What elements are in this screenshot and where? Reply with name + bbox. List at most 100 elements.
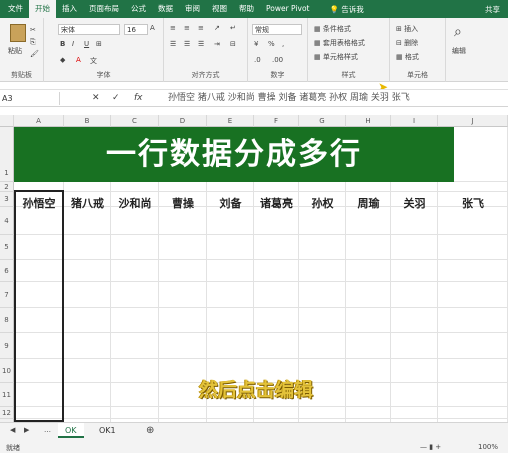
italic-button[interactable]: I [72, 40, 74, 48]
currency-icon[interactable]: ¥ [254, 40, 258, 48]
column-header-J[interactable]: J [438, 115, 508, 127]
phonetic-icon[interactable]: 文 [90, 56, 97, 66]
cell-style-button[interactable]: ▦ 单元格样式 [314, 52, 358, 62]
indent-icon[interactable]: ⇥ [214, 40, 220, 48]
row-header-11[interactable]: 11 [0, 383, 14, 407]
search-icon[interactable]: ⌕ [454, 24, 462, 40]
percent-icon[interactable]: % [268, 40, 275, 48]
fill-color-icon[interactable]: ◆ [60, 56, 65, 64]
underline-button[interactable]: U [84, 40, 89, 48]
row-header-8[interactable]: 8 [0, 308, 14, 333]
row-header-4[interactable]: 4 [0, 207, 14, 235]
row-header-7[interactable]: 7 [0, 282, 14, 308]
row-header-12[interactable]: 12 [0, 407, 14, 419]
conditional-format-button[interactable]: ▦ 条件格式 [314, 24, 351, 34]
paste-icon[interactable] [10, 24, 26, 42]
tell-me-search[interactable]: 💡 告诉我 [329, 4, 363, 15]
enter-icon[interactable]: ✓ [112, 93, 120, 103]
name-cell[interactable]: 诸葛亮 [254, 195, 299, 211]
font-size-select[interactable]: 16 [124, 24, 148, 35]
increase-decimal-icon[interactable]: .0 [254, 56, 261, 64]
column-header-E[interactable]: E [207, 115, 254, 127]
name-box[interactable]: A3 [0, 92, 60, 105]
row-header-9[interactable]: 9 [0, 333, 14, 359]
number-format-select[interactable]: 常规 [252, 24, 302, 35]
column-header-G[interactable]: G [299, 115, 346, 127]
edit-button[interactable]: 编辑 [452, 46, 466, 56]
grow-font-icon[interactable]: A [150, 24, 155, 32]
row-header-2[interactable]: 2 [0, 182, 14, 192]
worksheet-grid[interactable]: ABCDEFGHIJ 12345678910111213 一行数据分成多行 孙悟… [0, 115, 508, 422]
formula-input[interactable]: 孙悟空 猪八戒 沙和尚 曹操 刘备 诸葛亮 孙权 周瑜 关羽 张飞 [168, 92, 410, 105]
orientation-icon[interactable]: ↗ [214, 24, 220, 32]
share-button[interactable]: 共享 [485, 4, 500, 15]
font-color-icon[interactable]: A [76, 56, 81, 64]
row-header-10[interactable]: 10 [0, 359, 14, 383]
table-format-button[interactable]: ▦ 套用表格格式 [314, 38, 365, 48]
border-icon[interactable]: ⊞ [96, 40, 102, 48]
cut-icon[interactable]: ✂ [30, 26, 36, 34]
column-header-I[interactable]: I [391, 115, 438, 127]
bold-button[interactable]: B [60, 40, 65, 48]
align-top-icon[interactable]: ≡ [170, 24, 176, 32]
insert-button[interactable]: ⊞ 插入 [396, 24, 418, 34]
row-header-6[interactable]: 6 [0, 260, 14, 282]
sheet-ellipsis[interactable]: … [44, 426, 51, 434]
align-center-icon[interactable]: ☰ [184, 40, 190, 48]
align-right-icon[interactable]: ☰ [198, 40, 204, 48]
name-cell[interactable]: 猪八戒 [64, 195, 111, 211]
column-header-A[interactable]: A [14, 115, 64, 127]
add-sheet-icon[interactable]: ⊕ [146, 425, 154, 436]
column-header-D[interactable]: D [159, 115, 207, 127]
column-header-B[interactable]: B [64, 115, 111, 127]
zoom-slider[interactable]: — ▮ + [420, 443, 441, 451]
name-cell[interactable]: 关羽 [391, 195, 438, 211]
sheet-next-icon[interactable]: ▶ [24, 426, 29, 434]
row-header-5[interactable]: 5 [0, 235, 14, 260]
tab-7[interactable]: 视图 [206, 0, 233, 18]
delete-button[interactable]: ⊟ 删除 [396, 38, 418, 48]
font-name-select[interactable]: 宋体 [58, 24, 120, 35]
status-bar: ◀ ▶ … OK OK1 ⊕ 就绪 — ▮ + 100% [0, 422, 508, 453]
column-header-F[interactable]: F [254, 115, 299, 127]
cancel-icon[interactable]: ✕ [92, 93, 100, 103]
row-header-1[interactable]: 1 [0, 127, 14, 182]
conditional-format-icon: ▦ [314, 25, 323, 33]
selected-column-range[interactable] [14, 190, 64, 422]
tab-8[interactable]: 帮助 [233, 0, 260, 18]
copy-icon[interactable]: ⎘ [30, 38, 36, 47]
tab-1[interactable]: 开始 [29, 0, 56, 18]
name-cell[interactable]: 刘备 [207, 195, 254, 211]
align-bottom-icon[interactable]: ≡ [198, 24, 204, 32]
tab-5[interactable]: 数据 [152, 0, 179, 18]
function-icon[interactable]: fx [134, 93, 143, 103]
sheet-prev-icon[interactable]: ◀ [10, 426, 15, 434]
align-left-icon[interactable]: ☰ [170, 40, 176, 48]
align-middle-icon[interactable]: ≡ [184, 24, 190, 32]
name-cell[interactable]: 孙权 [299, 195, 346, 211]
column-header-C[interactable]: C [111, 115, 159, 127]
tab-3[interactable]: 页面布局 [83, 0, 125, 18]
format-button[interactable]: ▦ 格式 [396, 52, 419, 62]
tab-9[interactable]: Power Pivot [260, 0, 315, 18]
name-cell[interactable]: 张飞 [438, 195, 508, 211]
select-all-corner[interactable] [0, 115, 14, 127]
sheet-tab-OK1[interactable]: OK1 [92, 423, 123, 438]
comma-icon[interactable]: , [282, 40, 284, 48]
title-banner[interactable]: 一行数据分成多行 [14, 127, 454, 182]
format-painter-icon[interactable]: 🖌 [30, 50, 39, 58]
column-header-H[interactable]: H [346, 115, 391, 127]
name-cell[interactable]: 沙和尚 [111, 195, 159, 211]
sheet-tab-OK[interactable]: OK [58, 423, 84, 438]
decrease-decimal-icon[interactable]: .00 [272, 56, 283, 64]
paste-button[interactable]: 粘贴 [8, 46, 22, 56]
tab-2[interactable]: 插入 [56, 0, 83, 18]
tab-0[interactable]: 文件 [2, 0, 29, 18]
merge-icon[interactable]: ⊟ [230, 40, 236, 48]
name-cell[interactable]: 曹操 [159, 195, 207, 211]
row-header-3[interactable]: 3 [0, 192, 14, 207]
tab-6[interactable]: 审阅 [179, 0, 206, 18]
name-cell[interactable]: 周瑜 [346, 195, 391, 211]
tab-4[interactable]: 公式 [125, 0, 152, 18]
wrap-text-icon[interactable]: ↵ [230, 24, 236, 32]
